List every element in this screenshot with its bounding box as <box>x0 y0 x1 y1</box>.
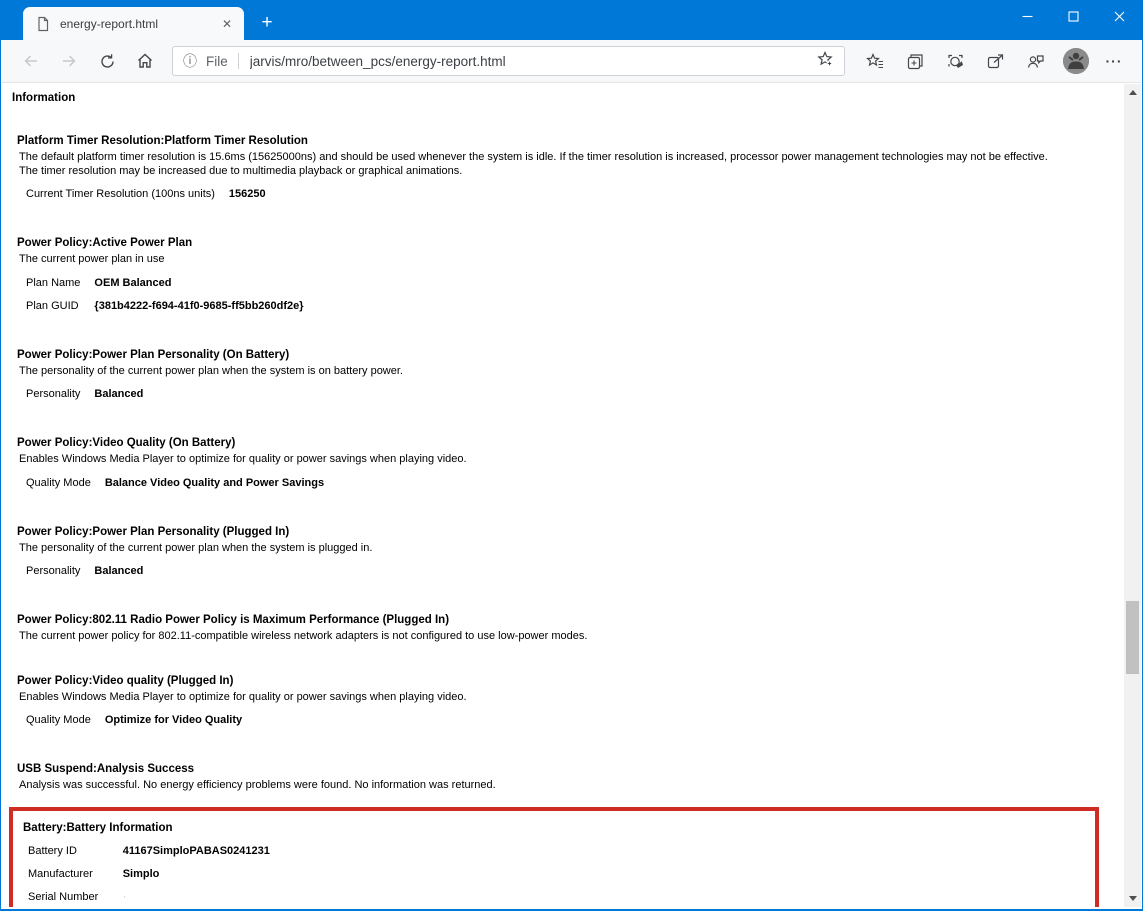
section-usb-suspend: USB Suspend:Analysis Success Analysis wa… <box>17 762 1112 793</box>
close-tab-icon[interactable]: ✕ <box>218 15 236 33</box>
scrollbar-thumb[interactable] <box>1126 601 1139 674</box>
forward-icon[interactable] <box>50 44 88 78</box>
section-active-power-plan: Power Policy:Active Power Plan The curre… <box>17 236 1112 318</box>
row-value: Optimize for Video Quality <box>104 714 243 726</box>
row-value: OEM Balanced <box>94 276 172 289</box>
address-bar[interactable]: ⓘ File jarvis/mro/between_pcs/energy-rep… <box>172 46 845 76</box>
section-title: Power Policy:802.11 Radio Power Policy i… <box>17 614 450 626</box>
section-description: The current power policy for 802.11-comp… <box>19 630 588 642</box>
vertical-scrollbar[interactable] <box>1124 84 1141 907</box>
section-title: USB Suspend:Analysis Success <box>17 763 195 775</box>
maximize-icon[interactable] <box>1050 0 1096 32</box>
section-video-quality-plugged-in: Power Policy:Video quality (Plugged In) … <box>17 674 1112 733</box>
section-title: Power Policy:Active Power Plan <box>17 237 193 249</box>
browser-window: energy-report.html ✕ + ⓘ File jarvis/mro… <box>0 0 1143 911</box>
table-row: Serial Number · <box>28 886 270 908</box>
table-row: Current Timer Resolution (100ns units) 1… <box>26 183 266 206</box>
profile-avatar[interactable] <box>1063 48 1089 74</box>
battery-serial-value: · <box>122 890 127 903</box>
page-title: Information <box>12 92 76 104</box>
browser-toolbar: ⓘ File jarvis/mro/between_pcs/energy-rep… <box>2 40 1141 83</box>
browser-tab[interactable]: energy-report.html ✕ <box>23 7 244 40</box>
feedback-icon[interactable] <box>1015 44 1055 78</box>
table-row: Plan GUID {381b4222-f694-41f0-9685-ff5bb… <box>26 295 304 318</box>
row-label: Quality Mode <box>26 714 91 726</box>
info-icon[interactable]: ⓘ <box>183 54 197 68</box>
close-window-icon[interactable] <box>1096 0 1142 32</box>
section-radio-power-policy: Power Policy:802.11 Radio Power Policy i… <box>17 613 1112 644</box>
table-row: Plan Name OEM Balanced <box>26 272 304 295</box>
section-description: The personality of the current power pla… <box>19 541 373 554</box>
section-personality-plugged-in: Power Policy:Power Plan Personality (Plu… <box>17 525 1112 584</box>
table-row: Battery ID 41167SimploPABAS0241231 <box>28 840 270 863</box>
row-value: Balanced <box>94 565 144 577</box>
back-icon[interactable] <box>12 44 50 78</box>
section-title: Power Policy:Video quality (Plugged In) <box>17 674 234 687</box>
section-description: Enables Windows Media Player to optimize… <box>19 690 467 703</box>
section-platform-timer-resolution: Platform Timer Resolution:Platform Timer… <box>17 134 1112 206</box>
row-value: 41167SimploPABAS0241231 <box>122 844 270 857</box>
url-divider <box>237 53 239 69</box>
row-value: Balance Video Quality and Power Savings <box>104 476 325 489</box>
row-value: Simplo <box>122 867 160 880</box>
section-video-quality-on-battery: Power Policy:Video Quality (On Battery) … <box>17 436 1112 495</box>
title-bar[interactable]: energy-report.html ✕ + <box>1 0 1142 40</box>
url-scheme-label: File <box>206 53 228 69</box>
highlight-annotation-box: Battery:Battery Information Battery ID 4… <box>9 806 1099 908</box>
collections-icon[interactable] <box>895 44 935 78</box>
scroll-up-icon[interactable] <box>1124 84 1141 101</box>
tab-title: energy-report.html <box>60 16 159 31</box>
web-capture-icon[interactable] <box>935 44 975 78</box>
section-description: Enables Windows Media Player to optimize… <box>19 453 467 465</box>
section-title: Power Policy:Video Quality (On Battery) <box>17 437 236 449</box>
row-label: Manufacturer <box>28 867 93 880</box>
row-label: Plan Name <box>26 276 81 289</box>
row-value: {381b4222-f694-41f0-9685-ff5bb260df2e} <box>94 299 304 312</box>
section-title: Power Policy:Power Plan Personality (Plu… <box>17 525 290 538</box>
section-title: Battery:Battery Information <box>23 821 173 834</box>
refresh-icon[interactable] <box>88 44 126 78</box>
section-description: Analysis was successful. No energy effic… <box>19 779 496 791</box>
section-description: The personality of the current power pla… <box>19 364 403 377</box>
home-icon[interactable] <box>126 44 164 78</box>
row-label: Personality <box>26 388 81 400</box>
add-favorite-icon[interactable] <box>816 50 834 73</box>
row-value: Balanced <box>94 388 144 400</box>
more-icon[interactable]: ··· <box>1097 44 1131 78</box>
window-controls <box>1004 0 1142 32</box>
table-row: Personality Balanced <box>26 560 143 583</box>
section-personality-on-battery: Power Policy:Power Plan Personality (On … <box>17 348 1112 407</box>
scroll-down-icon[interactable] <box>1124 890 1141 907</box>
section-title: Power Policy:Power Plan Personality (On … <box>17 348 290 361</box>
row-label: Personality <box>26 565 81 577</box>
table-row: Quality Mode Balance Video Quality and P… <box>26 472 324 495</box>
new-tab-icon[interactable]: + <box>256 12 278 34</box>
favorites-icon[interactable] <box>855 44 895 78</box>
report-page: Information Platform Timer Resolution:Pl… <box>2 84 1124 907</box>
row-label: Serial Number <box>28 890 99 903</box>
row-label: Battery ID <box>28 844 77 857</box>
table-row: Quality Mode Optimize for Video Quality <box>26 709 242 732</box>
row-label: Current Timer Resolution (100ns units) <box>26 188 215 200</box>
section-title: Platform Timer Resolution:Platform Timer… <box>17 135 308 147</box>
minimize-icon[interactable] <box>1004 0 1050 32</box>
row-label: Plan GUID <box>26 299 79 312</box>
share-icon[interactable] <box>975 44 1015 78</box>
document-icon <box>35 16 51 32</box>
row-label: Quality Mode <box>26 476 91 489</box>
section-description: The default platform timer resolution is… <box>19 151 1048 163</box>
url-text[interactable]: jarvis/mro/between_pcs/energy-report.htm… <box>250 54 808 69</box>
section-description: The timer resolution may be increased du… <box>19 164 463 177</box>
table-row: Personality Balanced <box>26 383 143 406</box>
table-row: Manufacturer Simplo <box>28 863 270 886</box>
row-value: 156250 <box>228 188 266 200</box>
section-description: The current power plan in use <box>19 253 165 265</box>
